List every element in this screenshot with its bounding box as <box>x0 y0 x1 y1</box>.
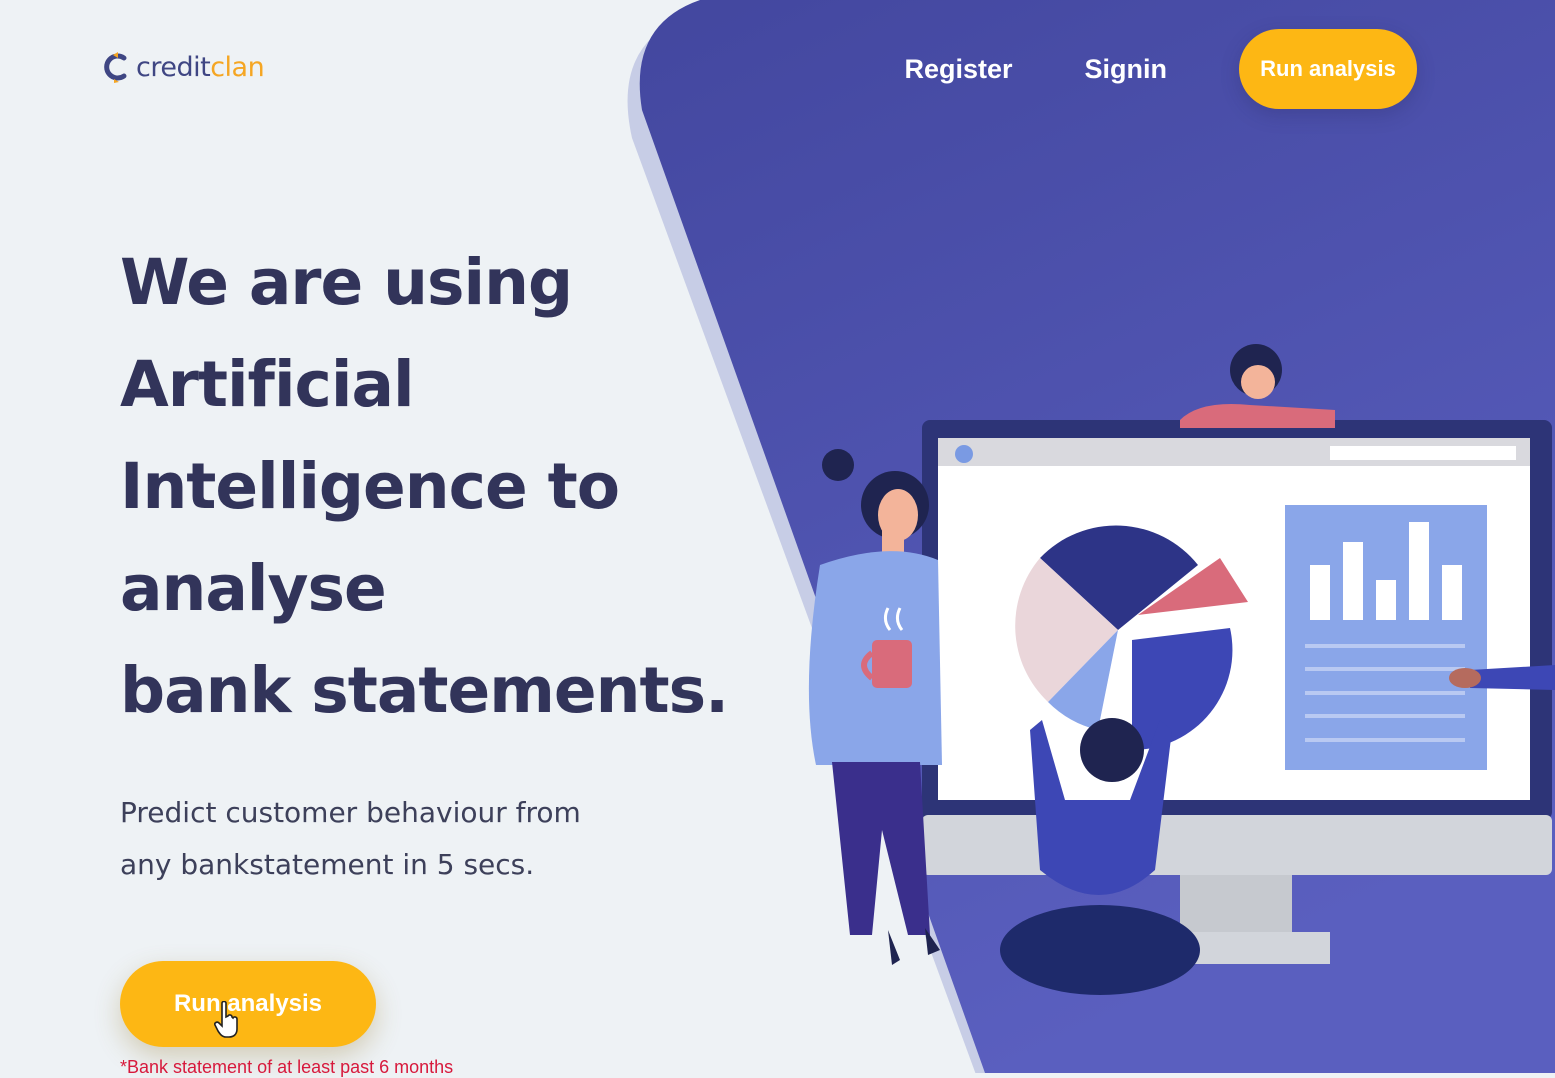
analytics-illustration <box>808 344 1555 995</box>
logo-text-credit: credit <box>136 51 211 83</box>
hero-cta-wrapper: Run analysis <box>120 961 376 1047</box>
register-link[interactable]: Register <box>904 54 1012 85</box>
pointing-hand-illustration <box>1449 665 1555 690</box>
hero-subtitle-line-2: any bankstatement in 5 secs. <box>120 848 535 881</box>
hero-subtitle: Predict customer behaviour from any bank… <box>120 787 680 891</box>
hero-title-line-5: bank statements. <box>120 654 729 727</box>
hero-subtitle-line-1: Predict customer behaviour from <box>120 796 581 829</box>
top-nav: Register Signin Run analysis <box>904 29 1417 109</box>
hero-title-line-4: analyse <box>120 552 387 625</box>
hero-title-line-2: Artificial <box>120 348 415 421</box>
hero-title-line-1: We are using <box>120 246 573 319</box>
hero-title: We are using Artificial Intelligence to … <box>120 232 800 742</box>
creditclan-logo[interactable]: creditclan <box>100 50 265 84</box>
person-top-illustration <box>1180 344 1335 428</box>
hero-section: We are using Artificial Intelligence to … <box>120 232 800 742</box>
signin-link[interactable]: Signin <box>1085 54 1168 85</box>
logo-text-clan: clan <box>210 51 265 83</box>
hero-run-analysis-button[interactable]: Run analysis <box>120 961 376 1047</box>
hero-title-line-3: Intelligence to <box>120 450 620 523</box>
creditclan-logo-icon <box>104 52 127 83</box>
nav-run-analysis-button[interactable]: Run analysis <box>1239 29 1417 109</box>
bank-statement-disclaimer: *Bank statement of at least past 6 month… <box>120 1057 454 1077</box>
logo-wordmark: creditclan <box>136 51 265 83</box>
bar-chart-panel <box>1285 505 1487 770</box>
